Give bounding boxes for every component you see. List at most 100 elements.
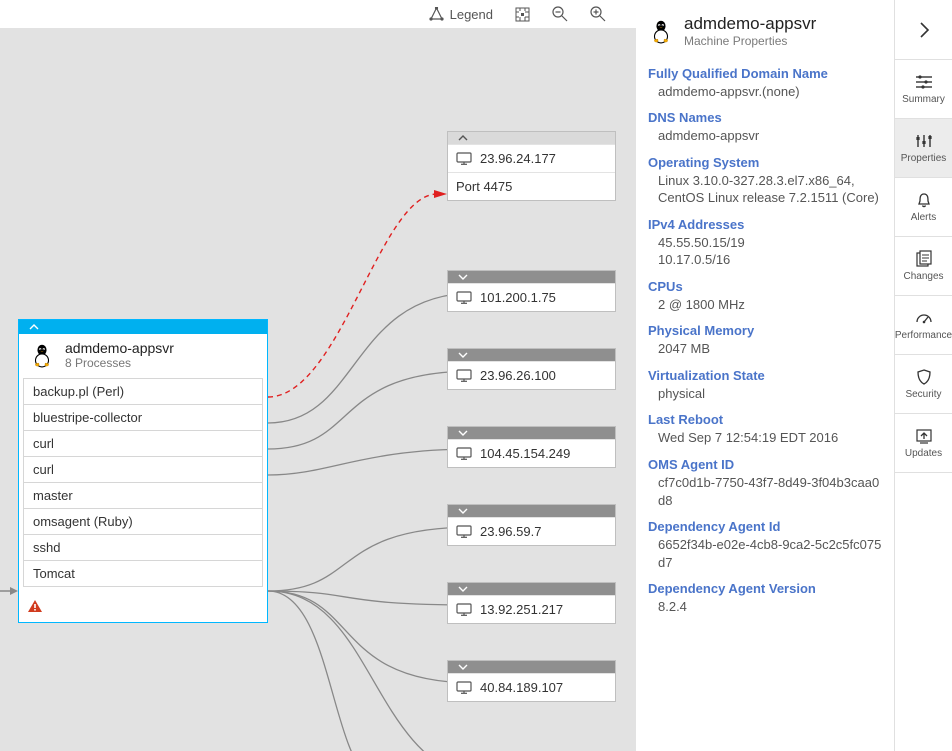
endpoint-ip-row[interactable]: 104.45.154.249 bbox=[448, 439, 615, 467]
process-row[interactable]: curl bbox=[23, 431, 263, 457]
process-row[interactable]: bluestripe-collector bbox=[23, 405, 263, 431]
server-header[interactable]: admdemo-appsvr 8 Processes bbox=[19, 334, 267, 378]
process-row[interactable]: master bbox=[23, 483, 263, 509]
endpoint-ip: 101.200.1.75 bbox=[480, 290, 556, 305]
monitor-icon bbox=[456, 152, 472, 165]
endpoint-ip-row[interactable]: 23.96.24.177 bbox=[448, 144, 615, 172]
endpoint-node[interactable]: 104.45.154.249 bbox=[447, 426, 616, 468]
prop-key-fqdn: Fully Qualified Domain Name bbox=[648, 66, 882, 81]
endpoint-ip-row[interactable]: 13.92.251.217 bbox=[448, 595, 615, 623]
server-title: admdemo-appsvr bbox=[65, 340, 174, 356]
endpoint-node[interactable]: 101.200.1.75 bbox=[447, 270, 616, 312]
endpoint-header-bar[interactable] bbox=[448, 661, 615, 673]
zoom-in-icon bbox=[590, 6, 606, 22]
legend-button[interactable]: Legend bbox=[428, 7, 493, 22]
endpoint-ip: 23.96.59.7 bbox=[480, 524, 541, 539]
endpoint-node[interactable]: 13.92.251.217 bbox=[447, 582, 616, 624]
legend-icon bbox=[428, 7, 445, 22]
process-row[interactable]: Tomcat bbox=[23, 561, 263, 587]
endpoint-ip: 13.92.251.217 bbox=[480, 602, 563, 617]
rail-security[interactable]: Security bbox=[895, 355, 952, 414]
rail-label: Security bbox=[905, 389, 941, 400]
monitor-icon bbox=[456, 447, 472, 460]
prop-key-boot: Last Reboot bbox=[648, 412, 882, 427]
rail-alerts[interactable]: Alerts bbox=[895, 178, 952, 237]
prop-val-ip1: 45.55.50.15/19 bbox=[658, 234, 882, 252]
endpoint-header-bar[interactable] bbox=[448, 505, 615, 517]
prop-key-os: Operating System bbox=[648, 155, 882, 170]
prop-val-fqdn: admdemo-appsvr.(none) bbox=[658, 83, 882, 101]
endpoint-node[interactable]: 23.96.24.177 Port 4475 bbox=[447, 131, 616, 201]
legend-label: Legend bbox=[450, 7, 493, 22]
server-header-bar[interactable] bbox=[19, 320, 267, 334]
server-node[interactable]: admdemo-appsvr 8 Processes backup.pl (Pe… bbox=[18, 319, 268, 623]
prop-val-dns: admdemo-appsvr bbox=[658, 127, 882, 145]
server-alert[interactable] bbox=[19, 593, 267, 622]
endpoint-node[interactable]: 23.96.26.100 bbox=[447, 348, 616, 390]
rail-performance[interactable]: Performance bbox=[895, 296, 952, 355]
properties-panel: admdemo-appsvr Machine Properties Fully … bbox=[636, 0, 894, 751]
shield-icon bbox=[914, 368, 934, 386]
process-row[interactable]: sshd bbox=[23, 535, 263, 561]
server-subtitle: 8 Processes bbox=[65, 356, 174, 370]
properties-icon bbox=[914, 132, 934, 150]
rail-label: Performance bbox=[895, 330, 952, 341]
rail-summary[interactable]: Summary bbox=[895, 60, 952, 119]
rail-label: Changes bbox=[903, 271, 943, 282]
endpoint-ip: 104.45.154.249 bbox=[480, 446, 570, 461]
endpoint-ip-row[interactable]: 23.96.59.7 bbox=[448, 517, 615, 545]
process-list: backup.pl (Perl) bluestripe-collector cu… bbox=[23, 378, 263, 587]
rail-label: Alerts bbox=[911, 212, 937, 223]
chevron-down-icon bbox=[458, 663, 468, 671]
endpoint-header-bar[interactable] bbox=[448, 583, 615, 595]
rail-updates[interactable]: Updates bbox=[895, 414, 952, 473]
endpoint-port-row[interactable]: Port 4475 bbox=[448, 172, 615, 200]
endpoint-header-bar[interactable] bbox=[448, 349, 615, 361]
bell-icon bbox=[914, 191, 934, 209]
prop-val-ver: 8.2.4 bbox=[658, 598, 882, 616]
zoom-in-button[interactable] bbox=[590, 6, 606, 22]
process-row[interactable]: curl bbox=[23, 457, 263, 483]
endpoint-header-bar[interactable] bbox=[448, 132, 615, 144]
endpoint-ip-row[interactable]: 23.96.26.100 bbox=[448, 361, 615, 389]
fit-button[interactable] bbox=[515, 7, 530, 22]
linux-icon bbox=[29, 342, 55, 368]
gauge-icon bbox=[914, 309, 934, 327]
prop-key-dns: DNS Names bbox=[648, 110, 882, 125]
endpoint-header-bar[interactable] bbox=[448, 271, 615, 283]
monitor-icon bbox=[456, 369, 472, 382]
collapse-button[interactable] bbox=[895, 0, 952, 60]
zoom-out-button[interactable] bbox=[552, 6, 568, 22]
prop-key-cpu: CPUs bbox=[648, 279, 882, 294]
summary-icon bbox=[914, 73, 934, 91]
prop-val-boot: Wed Sep 7 12:54:19 EDT 2016 bbox=[658, 429, 882, 447]
rail-label: Summary bbox=[902, 94, 945, 105]
zoom-out-icon bbox=[552, 6, 568, 22]
endpoint-node[interactable]: 40.84.189.107 bbox=[447, 660, 616, 702]
endpoint-node[interactable]: 23.96.59.7 bbox=[447, 504, 616, 546]
chevron-down-icon bbox=[458, 585, 468, 593]
chevron-right-icon bbox=[917, 20, 931, 40]
chevron-down-icon bbox=[458, 507, 468, 515]
prop-key-ver: Dependency Agent Version bbox=[648, 581, 882, 596]
side-rail: Summary Properties Alerts Changes bbox=[894, 0, 952, 751]
endpoint-ip-row[interactable]: 101.200.1.75 bbox=[448, 283, 615, 311]
process-row[interactable]: backup.pl (Perl) bbox=[23, 378, 263, 405]
rail-changes[interactable]: Changes bbox=[895, 237, 952, 296]
linux-icon bbox=[648, 18, 674, 44]
monitor-icon bbox=[456, 603, 472, 616]
chevron-down-icon bbox=[458, 429, 468, 437]
chevron-down-icon bbox=[458, 351, 468, 359]
endpoint-ip: 23.96.26.100 bbox=[480, 368, 556, 383]
properties-header: admdemo-appsvr Machine Properties bbox=[648, 14, 882, 48]
prop-val-virt: physical bbox=[658, 385, 882, 403]
prop-val-os: Linux 3.10.0-327.28.3.el7.x86_64, CentOS… bbox=[658, 172, 882, 207]
endpoint-ip-row[interactable]: 40.84.189.107 bbox=[448, 673, 615, 701]
process-row[interactable]: omsagent (Ruby) bbox=[23, 509, 263, 535]
endpoint-header-bar[interactable] bbox=[448, 427, 615, 439]
rail-label: Properties bbox=[901, 153, 947, 164]
dependency-canvas[interactable]: admdemo-appsvr 8 Processes backup.pl (Pe… bbox=[0, 28, 636, 751]
rail-properties[interactable]: Properties bbox=[895, 119, 952, 178]
toolbar: Legend bbox=[0, 0, 636, 28]
endpoint-ip: 23.96.24.177 bbox=[480, 151, 556, 166]
